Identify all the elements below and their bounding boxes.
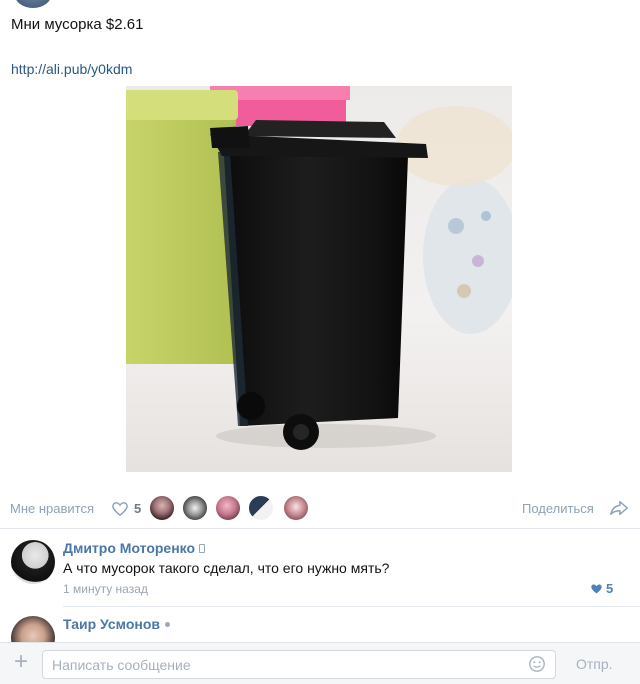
liker-avatar[interactable]	[282, 494, 310, 522]
like-count: 5	[134, 501, 142, 516]
post-actions: Мне нравится 5 Поделиться	[0, 490, 640, 526]
liker-avatar[interactable]	[214, 494, 242, 522]
message-input[interactable]	[42, 650, 556, 679]
mobile-phone-icon	[199, 544, 206, 553]
online-indicator-icon	[165, 622, 170, 627]
divider	[0, 528, 640, 529]
liker-avatar[interactable]	[181, 494, 209, 522]
trash-bin-photo	[126, 86, 512, 472]
comment-author[interactable]: Дмитро Моторенко	[63, 540, 206, 556]
divider	[63, 606, 640, 607]
post-photo[interactable]	[126, 86, 512, 472]
comment-author-name[interactable]: Таир Усмонов	[63, 616, 160, 632]
share-button[interactable]: Поделиться	[522, 501, 594, 516]
add-attachment-icon[interactable]: +	[10, 650, 32, 674]
heart-filled-icon	[591, 584, 602, 594]
emoji-smile-icon[interactable]	[528, 655, 546, 673]
comment-avatar[interactable]	[11, 540, 55, 584]
like-button[interactable]: Мне нравится	[10, 501, 94, 516]
comment-timestamp: 1 минуту назад	[63, 582, 148, 596]
comment-author-name[interactable]: Дмитро Моторенко	[63, 540, 195, 556]
liker-avatar[interactable]	[148, 494, 176, 522]
comment-like-count: 5	[606, 581, 614, 596]
send-button[interactable]: Отпр.	[576, 656, 613, 672]
heart-outline-icon[interactable]	[111, 501, 129, 517]
comment-author[interactable]: Таир Усмонов	[63, 616, 170, 632]
post-author-avatar[interactable]	[14, 0, 52, 8]
share-arrow-icon[interactable]	[609, 499, 629, 517]
post-text: Мни мусорка $2.61	[11, 16, 144, 33]
message-composer: + Отпр.	[0, 642, 640, 684]
post-link[interactable]: http://ali.pub/y0kdm	[11, 60, 132, 78]
liker-avatar[interactable]	[247, 494, 275, 522]
comment-text: А что мусорок такого сделал, что его нуж…	[63, 560, 390, 576]
comment-like-button[interactable]: 5	[590, 581, 613, 596]
